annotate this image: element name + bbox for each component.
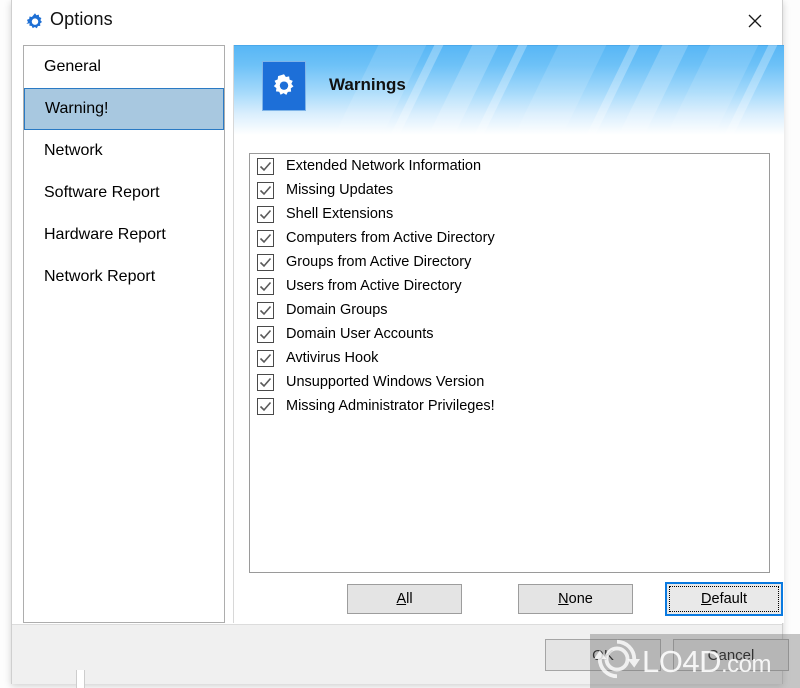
list-item[interactable]: Domain Groups <box>250 298 769 322</box>
list-item[interactable]: Unsupported Windows Version <box>250 370 769 394</box>
checkbox-checked-icon[interactable] <box>257 277 274 295</box>
sidebar-item-software-report[interactable]: Software Report <box>24 172 224 214</box>
list-item-label: Users from Active Directory <box>286 278 462 294</box>
list-item-label: Missing Administrator Privileges! <box>286 398 495 414</box>
list-item-label: Computers from Active Directory <box>286 230 495 246</box>
ok-button[interactable]: OK <box>545 639 661 671</box>
banner-gear-icon <box>262 61 306 111</box>
list-item[interactable]: Computers from Active Directory <box>250 226 769 250</box>
checkbox-checked-icon[interactable] <box>257 373 274 391</box>
accel-char: D <box>701 591 712 607</box>
list-item-label: Unsupported Windows Version <box>286 374 485 390</box>
cancel-button[interactable]: Cancel <box>673 639 789 671</box>
sidebar-item-label: General <box>44 58 101 75</box>
checkbox-checked-icon[interactable] <box>257 229 274 247</box>
button-label-rest: efault <box>711 591 747 607</box>
list-item[interactable]: Shell Extensions <box>250 202 769 226</box>
settings-category-list[interactable]: General Warning! Network Software Report… <box>23 45 225 623</box>
list-item-label: Extended Network Information <box>286 158 482 174</box>
list-item[interactable]: Groups from Active Directory <box>250 250 769 274</box>
list-item-label: Domain User Accounts <box>286 326 434 342</box>
screen: Options General Warning! Network Softwar… <box>0 0 800 688</box>
sidebar-item-network[interactable]: Network <box>24 130 224 172</box>
list-item[interactable]: Extended Network Information <box>250 154 769 178</box>
checkbox-checked-icon[interactable] <box>257 205 274 223</box>
sidebar-item-label: Warning! <box>45 100 109 117</box>
list-item[interactable]: Users from Active Directory <box>250 274 769 298</box>
list-item-label: Domain Groups <box>286 302 388 318</box>
sidebar-item-label: Software Report <box>44 184 160 201</box>
dialog-footer: OK Cancel <box>12 624 789 684</box>
checkbox-checked-icon[interactable] <box>257 301 274 319</box>
button-label-rest: ll <box>406 591 413 607</box>
list-item-label: Avtivirus Hook <box>286 350 379 366</box>
checkbox-checked-icon[interactable] <box>257 349 274 367</box>
sidebar-item-warning[interactable]: Warning! <box>24 88 224 130</box>
accel-char: N <box>558 591 569 607</box>
select-default-button[interactable]: Default <box>665 582 783 616</box>
sidebar-item-label: Hardware Report <box>44 226 166 243</box>
sidebar-item-general[interactable]: General <box>24 46 224 88</box>
list-item-label: Shell Extensions <box>286 206 394 222</box>
window-title: Options <box>50 9 113 29</box>
select-none-button[interactable]: None <box>518 584 633 614</box>
sidebar-item-label: Network Report <box>44 268 156 285</box>
checkbox-checked-icon[interactable] <box>257 325 274 343</box>
list-item[interactable]: Missing Administrator Privileges! <box>250 394 769 418</box>
list-item[interactable]: Missing Updates <box>250 178 769 202</box>
checkbox-checked-icon[interactable] <box>257 397 274 415</box>
title-bar: Options <box>12 0 782 44</box>
checkbox-checked-icon[interactable] <box>257 157 274 175</box>
accel-char: A <box>396 591 407 607</box>
options-dialog: Options General Warning! Network Softwar… <box>11 0 789 684</box>
checkbox-checked-icon[interactable] <box>257 253 274 271</box>
checkbox-checked-icon[interactable] <box>257 181 274 199</box>
close-button[interactable] <box>734 4 776 38</box>
sidebar-item-hardware-report[interactable]: Hardware Report <box>24 214 224 256</box>
page-title: Warnings <box>329 75 406 94</box>
page-banner: Warnings <box>234 45 784 135</box>
gear-icon <box>24 11 46 33</box>
warnings-checklist[interactable]: Extended Network Information Missing Upd… <box>249 153 770 573</box>
list-item-label: Missing Updates <box>286 182 394 198</box>
sidebar-item-label: Network <box>44 142 103 159</box>
list-item[interactable]: Domain User Accounts <box>250 322 769 346</box>
selection-buttons: All None Default <box>234 581 785 621</box>
banner-streaks <box>234 45 784 135</box>
list-item[interactable]: Avtivirus Hook <box>250 346 769 370</box>
close-icon <box>748 14 762 28</box>
button-label-rest: one <box>568 591 593 607</box>
background-window-edge <box>76 670 85 688</box>
sidebar-item-network-report[interactable]: Network Report <box>24 256 224 298</box>
settings-detail-panel: Warnings Extended Network Information Mi… <box>233 45 784 623</box>
select-all-button[interactable]: All <box>347 584 462 614</box>
list-item-label: Groups from Active Directory <box>286 254 472 270</box>
